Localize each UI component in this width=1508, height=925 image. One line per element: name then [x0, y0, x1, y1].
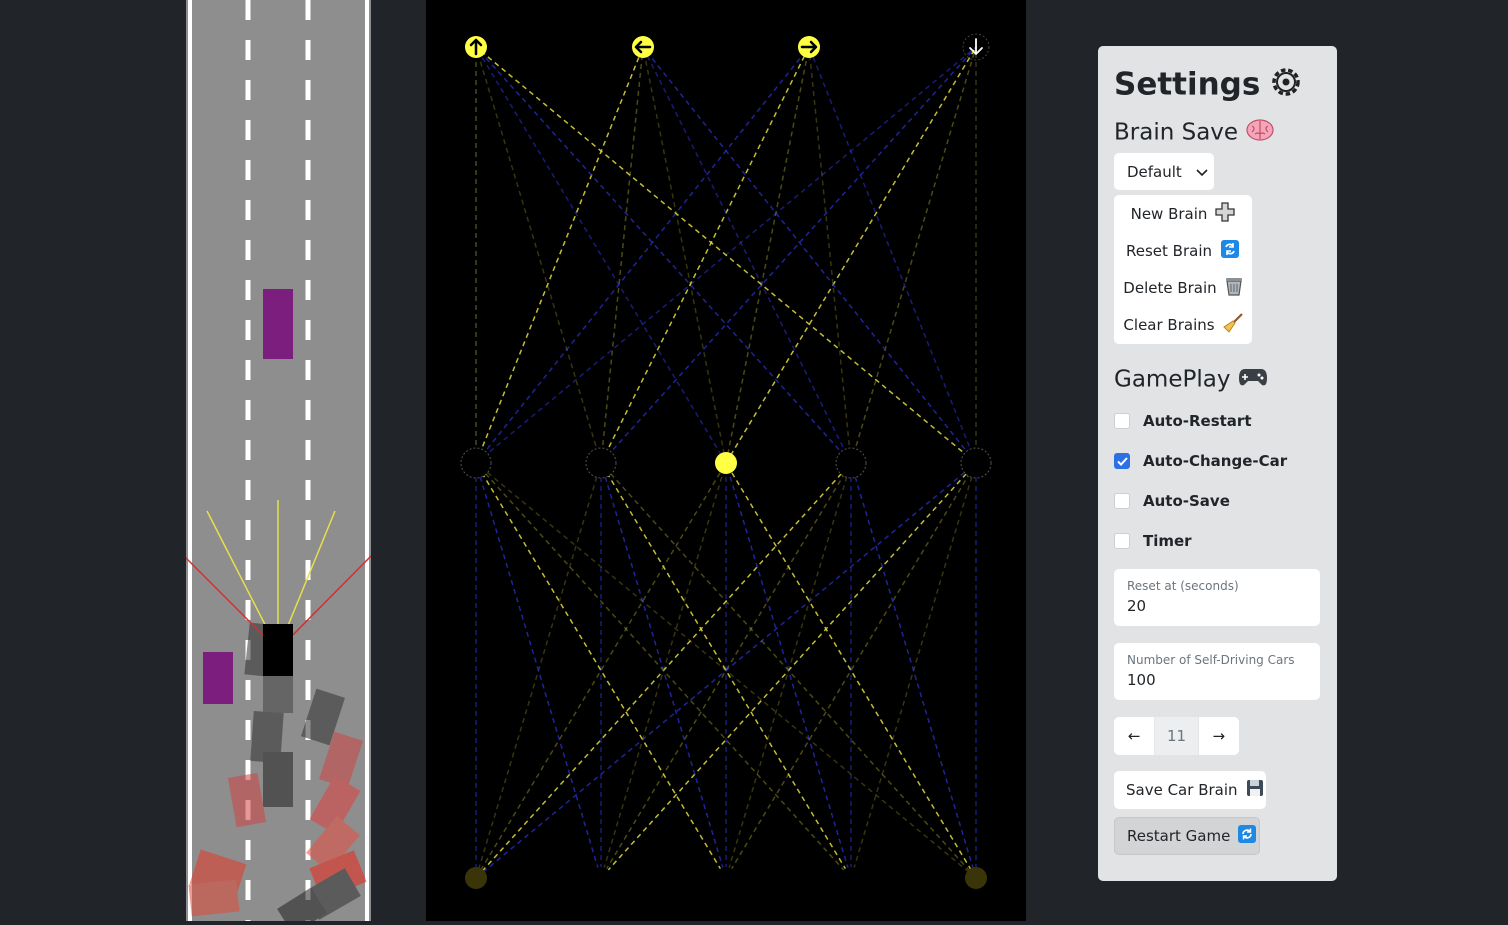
weight-edge [475, 46, 727, 464]
input-node [715, 867, 737, 889]
weight-edge [725, 46, 810, 464]
auto-save-checkbox[interactable] [1114, 493, 1130, 509]
brain-save-heading: Brain Save [1114, 118, 1274, 148]
arrow-up-icon [465, 36, 487, 58]
road-left-border [188, 0, 192, 921]
weight-edge [850, 46, 977, 464]
road-canvas [186, 0, 371, 921]
neural-network-canvas [426, 0, 1026, 921]
brain-menu: New Brain Reset Brain Delete Brain Clear… [1114, 195, 1252, 344]
reset-seconds-field[interactable]: Reset at (seconds) 20 [1114, 569, 1320, 626]
auto-restart-option[interactable]: Auto-Restart [1114, 409, 1252, 433]
settings-title: Settings [1114, 64, 1304, 108]
broom-icon [1222, 312, 1243, 337]
weight-edge [725, 46, 977, 464]
timer-option[interactable]: Timer [1114, 529, 1192, 553]
auto-restart-checkbox[interactable] [1114, 413, 1130, 429]
car-pager: ← 11 → [1114, 717, 1239, 755]
weight-edge [642, 46, 977, 464]
weight-edge [642, 46, 727, 464]
output-icons [465, 33, 990, 61]
weight-edge [642, 46, 852, 464]
repeat-icon [1220, 239, 1240, 263]
auto-change-car-checkbox[interactable] [1114, 453, 1130, 469]
weight-edge [475, 46, 644, 464]
pager-current: 11 [1154, 717, 1199, 755]
weight-edge [600, 46, 977, 464]
weight-edge [600, 46, 644, 464]
menu-item-clear-brains[interactable]: Clear Brains [1114, 306, 1252, 343]
traffic-car [263, 289, 293, 359]
road-right-border [365, 0, 369, 921]
brain-icon [1246, 118, 1274, 148]
player-car [263, 624, 293, 676]
wastebasket-icon [1225, 276, 1243, 300]
plus-icon [1215, 201, 1236, 226]
save-car-brain-button[interactable]: Save Car Brain [1114, 771, 1266, 809]
weight-edge [808, 46, 852, 464]
auto-save-option[interactable]: Auto-Save [1114, 489, 1230, 513]
menu-item-reset-brain[interactable]: Reset Brain [1114, 232, 1252, 269]
hidden-node [960, 447, 992, 479]
restart-game-button[interactable]: Restart Game [1114, 817, 1260, 855]
floppy-disk-icon [1246, 779, 1264, 801]
hidden-node [585, 447, 617, 479]
weight-edge [808, 46, 977, 464]
chevron-down-icon [1196, 163, 1208, 181]
gear-icon [1268, 64, 1304, 108]
weight-edge [475, 46, 810, 464]
hidden-node [715, 452, 737, 474]
brain-dropdown[interactable]: Default [1114, 153, 1214, 190]
refresh-icon [1238, 825, 1257, 847]
hidden-node [460, 447, 492, 479]
arrow-right-icon [798, 36, 820, 58]
weight-edge [475, 46, 602, 464]
weight-edge [475, 46, 852, 464]
hidden-node [835, 447, 867, 479]
input-node [465, 867, 487, 889]
weight-edge [600, 46, 810, 464]
timer-checkbox[interactable] [1114, 533, 1130, 549]
gameplay-heading: GamePlay [1114, 366, 1268, 394]
pager-next-button[interactable]: → [1198, 717, 1239, 755]
input-node [590, 867, 612, 889]
arrow-left-icon [632, 36, 654, 58]
road-drawing [186, 0, 371, 921]
checkmark-icon [1116, 456, 1128, 466]
menu-item-delete-brain[interactable]: Delete Brain [1114, 269, 1252, 306]
traffic-car [203, 652, 233, 704]
auto-change-car-option[interactable]: Auto-Change-Car [1114, 449, 1287, 473]
network-drawing [460, 33, 992, 889]
gamepad-icon [1238, 366, 1268, 394]
input-node [965, 867, 987, 889]
menu-item-new-brain[interactable]: New Brain [1114, 195, 1252, 232]
input-node [840, 867, 862, 889]
settings-panel: Settings Brain Save Default New Brain Re… [1098, 46, 1337, 881]
pager-prev-button[interactable]: ← [1114, 717, 1155, 755]
car-count-field[interactable]: Number of Self-Driving Cars 100 [1114, 643, 1320, 700]
